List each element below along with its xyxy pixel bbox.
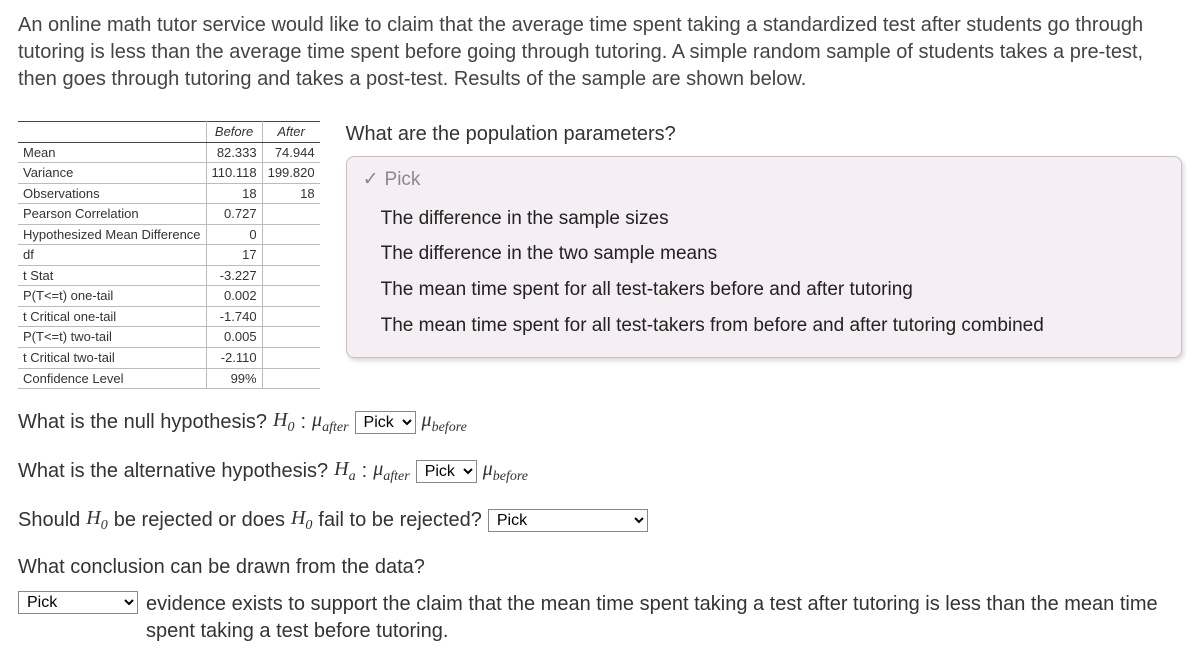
cell: [262, 368, 320, 389]
alt-relation-select[interactable]: Pick: [416, 460, 477, 483]
table-row: t Critical one-tail-1.740: [18, 306, 320, 327]
row-label: t Critical two-tail: [18, 348, 206, 369]
row-label: Mean: [18, 142, 206, 163]
conclusion-text: evidence exists to support the claim tha…: [146, 591, 1182, 645]
question-conclusion: Pick evidence exists to support the clai…: [18, 591, 1182, 645]
row-label: Variance: [18, 163, 206, 184]
dropdown-option[interactable]: The difference in the sample sizes: [363, 201, 1165, 237]
row-label: Hypothesized Mean Difference: [18, 224, 206, 245]
table-row: Mean82.33374.944: [18, 142, 320, 163]
question-conclusion-title: What conclusion can be drawn from the da…: [18, 554, 1182, 581]
cell: 199.820: [262, 163, 320, 184]
conclusion-select[interactable]: Pick: [18, 591, 138, 614]
row-label: Pearson Correlation: [18, 204, 206, 225]
cell: 82.333: [206, 142, 262, 163]
cell: 99%: [206, 368, 262, 389]
table-row: Confidence Level99%: [18, 368, 320, 389]
row-label: Confidence Level: [18, 368, 206, 389]
table-row: Observations1818: [18, 183, 320, 204]
text: Should: [18, 507, 80, 534]
th-after: After: [262, 122, 320, 143]
cell: -3.227: [206, 265, 262, 286]
table-row: t Critical two-tail-2.110: [18, 348, 320, 369]
stats-table: Before After Mean82.33374.944 Variance11…: [18, 121, 320, 389]
table-row: Hypothesized Mean Difference0: [18, 224, 320, 245]
text: fail to be rejected?: [318, 507, 481, 534]
math-mu-before: μbefore: [483, 456, 528, 487]
cell: 0: [206, 224, 262, 245]
row-label: Observations: [18, 183, 206, 204]
dropdown-current[interactable]: ✓ Pick: [363, 167, 1165, 193]
cell: [262, 265, 320, 286]
cell: 18: [262, 183, 320, 204]
cell: 0.727: [206, 204, 262, 225]
question-alt-hypothesis: What is the alternative hypothesis? Ha :…: [18, 456, 1182, 487]
math-Ha: Ha: [334, 456, 355, 487]
math-H0: H0: [291, 505, 312, 536]
row-label: P(T<=t) one-tail: [18, 286, 206, 307]
dropdown-options-panel[interactable]: ✓ Pick The difference in the sample sizes…: [346, 156, 1182, 358]
cell: 110.118: [206, 163, 262, 184]
math-mu-before: μbefore: [422, 407, 467, 438]
row-label: t Stat: [18, 265, 206, 286]
row-label: df: [18, 245, 206, 266]
cell: -2.110: [206, 348, 262, 369]
question-population-parameters: What are the population parameters?: [346, 121, 1182, 148]
text: :: [362, 458, 368, 485]
text: be rejected or does: [114, 507, 285, 534]
problem-intro: An online math tutor service would like …: [18, 12, 1182, 93]
cell: [262, 224, 320, 245]
row-label: t Critical one-tail: [18, 306, 206, 327]
check-icon: ✓: [363, 169, 379, 190]
table-row: Variance110.118199.820: [18, 163, 320, 184]
th-blank: [18, 122, 206, 143]
cell: [262, 204, 320, 225]
text: What is the alternative hypothesis?: [18, 458, 328, 485]
math-H0: H0: [273, 407, 294, 438]
table-row: P(T<=t) one-tail0.002: [18, 286, 320, 307]
table-row: Pearson Correlation0.727: [18, 204, 320, 225]
cell: [262, 327, 320, 348]
cell: [262, 348, 320, 369]
table-row: df17: [18, 245, 320, 266]
pick-label: Pick: [385, 169, 421, 190]
th-before: Before: [206, 122, 262, 143]
cell: 17: [206, 245, 262, 266]
cell: [262, 306, 320, 327]
table-row: t Stat-3.227: [18, 265, 320, 286]
row-label: P(T<=t) two-tail: [18, 327, 206, 348]
dropdown-option[interactable]: The mean time spent for all test-takers …: [363, 308, 1165, 344]
question-reject: Should H0 be rejected or does H0 fail to…: [18, 505, 1182, 536]
cell: 0.005: [206, 327, 262, 348]
cell: -1.740: [206, 306, 262, 327]
dropdown-option[interactable]: The difference in the two sample means: [363, 236, 1165, 272]
reject-select[interactable]: Pick: [488, 509, 648, 532]
cell: [262, 245, 320, 266]
dropdown-option[interactable]: The mean time spent for all test-takers …: [363, 272, 1165, 308]
text: :: [300, 409, 306, 436]
math-mu-after: μafter: [312, 407, 349, 438]
question-null-hypothesis: What is the null hypothesis? H0 : μafter…: [18, 407, 1182, 438]
null-relation-select[interactable]: Pick: [355, 411, 416, 434]
cell: 18: [206, 183, 262, 204]
text: What is the null hypothesis?: [18, 409, 267, 436]
cell: 74.944: [262, 142, 320, 163]
math-mu-after: μafter: [373, 456, 410, 487]
math-H0: H0: [86, 505, 107, 536]
cell: 0.002: [206, 286, 262, 307]
table-row: P(T<=t) two-tail0.005: [18, 327, 320, 348]
cell: [262, 286, 320, 307]
